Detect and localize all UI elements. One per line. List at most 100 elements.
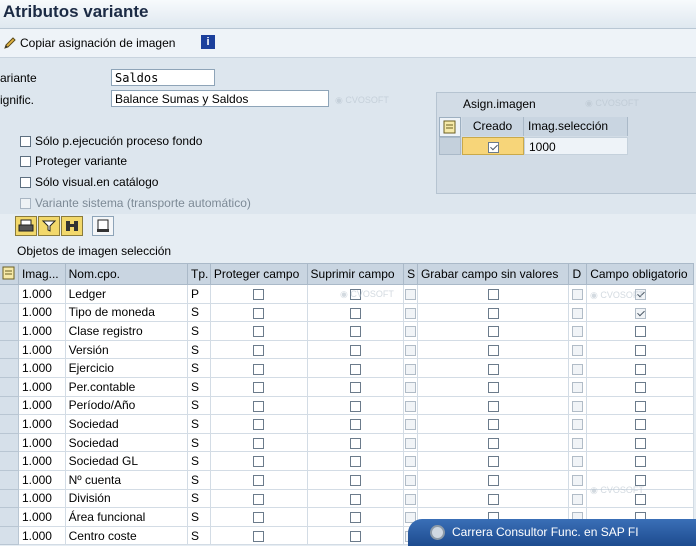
protect-field-cell[interactable] <box>209 414 308 434</box>
required-field-cell[interactable] <box>586 395 694 416</box>
save-without-values-cell[interactable] <box>416 302 570 323</box>
s-cell[interactable] <box>403 321 418 341</box>
d-cell[interactable] <box>568 376 588 397</box>
suppress-field-checkbox[interactable] <box>349 400 361 412</box>
s-checkbox[interactable] <box>405 326 417 338</box>
save-without-values-checkbox[interactable] <box>487 289 499 301</box>
meaning-input[interactable]: Balance Sumas y Saldos <box>111 90 329 107</box>
protect-field-cell[interactable] <box>209 432 308 453</box>
save-without-values-cell[interactable] <box>416 414 570 434</box>
save-without-values-checkbox[interactable] <box>487 344 499 356</box>
protect-field-cell[interactable] <box>209 376 308 397</box>
d-checkbox[interactable] <box>572 493 584 505</box>
protect-field-checkbox[interactable] <box>253 363 265 375</box>
column-header-suppress-field[interactable]: Suprimir campo <box>306 263 405 285</box>
d-cell[interactable] <box>568 414 588 434</box>
required-field-checkbox[interactable] <box>634 456 646 468</box>
s-cell[interactable] <box>403 451 418 471</box>
table-row[interactable]: 1.000 Versión S <box>0 339 694 360</box>
row-selector[interactable] <box>0 321 19 341</box>
row-selector[interactable] <box>0 376 19 397</box>
d-cell[interactable] <box>568 358 588 378</box>
column-header-d[interactable]: D <box>568 263 588 285</box>
required-field-checkbox[interactable] <box>634 437 646 449</box>
required-field-cell[interactable] <box>586 432 694 453</box>
suppress-field-checkbox[interactable] <box>349 419 361 431</box>
protect-field-cell[interactable] <box>209 395 308 416</box>
row-selector[interactable] <box>0 339 19 360</box>
row-selector[interactable] <box>0 525 19 546</box>
d-checkbox[interactable] <box>572 344 584 356</box>
suppress-field-cell[interactable] <box>306 395 405 416</box>
checkbox[interactable] <box>20 155 31 167</box>
row-selector[interactable] <box>0 395 19 416</box>
suppress-field-cell[interactable] <box>306 376 405 397</box>
copy-assignment-button[interactable]: Copiar asignación de imagen <box>20 36 175 50</box>
s-checkbox[interactable] <box>405 289 417 301</box>
protect-field-cell[interactable] <box>209 488 308 509</box>
required-field-checkbox[interactable] <box>634 363 646 375</box>
column-header-protect-field[interactable]: Proteger campo <box>209 263 308 285</box>
s-checkbox[interactable] <box>405 307 417 319</box>
protect-field-checkbox[interactable] <box>253 344 265 356</box>
d-checkbox[interactable] <box>572 437 584 449</box>
suppress-field-checkbox[interactable] <box>349 363 361 375</box>
required-field-cell[interactable] <box>586 376 694 397</box>
suppress-field-cell[interactable] <box>306 358 405 378</box>
row-selector[interactable] <box>0 358 19 378</box>
d-cell[interactable] <box>568 395 588 416</box>
column-header-image-selection[interactable]: Imag.selección <box>524 117 628 136</box>
s-checkbox[interactable] <box>405 437 417 449</box>
suppress-field-cell[interactable] <box>306 432 405 453</box>
row-selector[interactable] <box>0 432 19 453</box>
save-without-values-cell[interactable] <box>416 432 570 453</box>
d-cell[interactable] <box>568 339 588 360</box>
column-header-created[interactable]: Creado <box>462 117 524 136</box>
save-without-values-cell[interactable] <box>416 358 570 378</box>
d-checkbox[interactable] <box>572 456 584 468</box>
save-without-values-checkbox[interactable] <box>487 475 499 487</box>
save-without-values-cell[interactable] <box>416 451 570 471</box>
d-cell[interactable] <box>568 302 588 323</box>
protect-field-checkbox[interactable] <box>253 493 265 505</box>
column-header-save-without-values[interactable]: Grabar campo sin valores <box>416 263 570 285</box>
s-checkbox[interactable] <box>405 475 417 487</box>
save-without-values-checkbox[interactable] <box>487 437 499 449</box>
d-checkbox[interactable] <box>572 289 584 301</box>
protect-field-cell[interactable] <box>209 451 308 471</box>
protect-field-checkbox[interactable] <box>253 437 265 449</box>
protect-field-checkbox[interactable] <box>253 307 265 319</box>
s-cell[interactable] <box>403 339 418 360</box>
protect-field-checkbox[interactable] <box>253 512 265 524</box>
checkbox[interactable] <box>20 176 31 188</box>
save-without-values-cell[interactable] <box>416 339 570 360</box>
s-checkbox[interactable] <box>405 419 417 431</box>
d-cell[interactable] <box>568 284 588 304</box>
row-selector[interactable] <box>0 414 19 434</box>
protect-field-checkbox[interactable] <box>253 326 265 338</box>
suppress-field-cell[interactable] <box>306 469 405 490</box>
save-without-values-checkbox[interactable] <box>487 419 499 431</box>
row-selector[interactable] <box>0 302 19 323</box>
protect-field-cell[interactable] <box>209 358 308 378</box>
column-header-image[interactable]: Imag... <box>17 263 66 285</box>
save-without-values-checkbox[interactable] <box>487 307 499 319</box>
d-cell[interactable] <box>568 469 588 490</box>
option-protect-variant[interactable]: Proteger variante <box>20 153 127 169</box>
protect-field-cell[interactable] <box>209 507 308 527</box>
protect-field-cell[interactable] <box>209 469 308 490</box>
suppress-field-cell[interactable] <box>306 302 405 323</box>
s-checkbox[interactable] <box>405 400 417 412</box>
suppress-field-checkbox[interactable] <box>349 382 361 394</box>
protect-field-cell[interactable] <box>209 302 308 323</box>
s-cell[interactable] <box>403 469 418 490</box>
suppress-field-cell[interactable] <box>306 339 405 360</box>
d-checkbox[interactable] <box>572 400 584 412</box>
required-field-checkbox[interactable] <box>634 326 646 338</box>
suppress-field-cell[interactable] <box>306 488 405 509</box>
s-cell[interactable] <box>403 432 418 453</box>
table-row[interactable]: 1.000 Sociedad GL S <box>0 451 694 471</box>
required-field-checkbox[interactable] <box>634 382 646 394</box>
table-row[interactable]: 1.000 Ejercicio S <box>0 358 694 378</box>
row-selector[interactable] <box>0 469 19 490</box>
